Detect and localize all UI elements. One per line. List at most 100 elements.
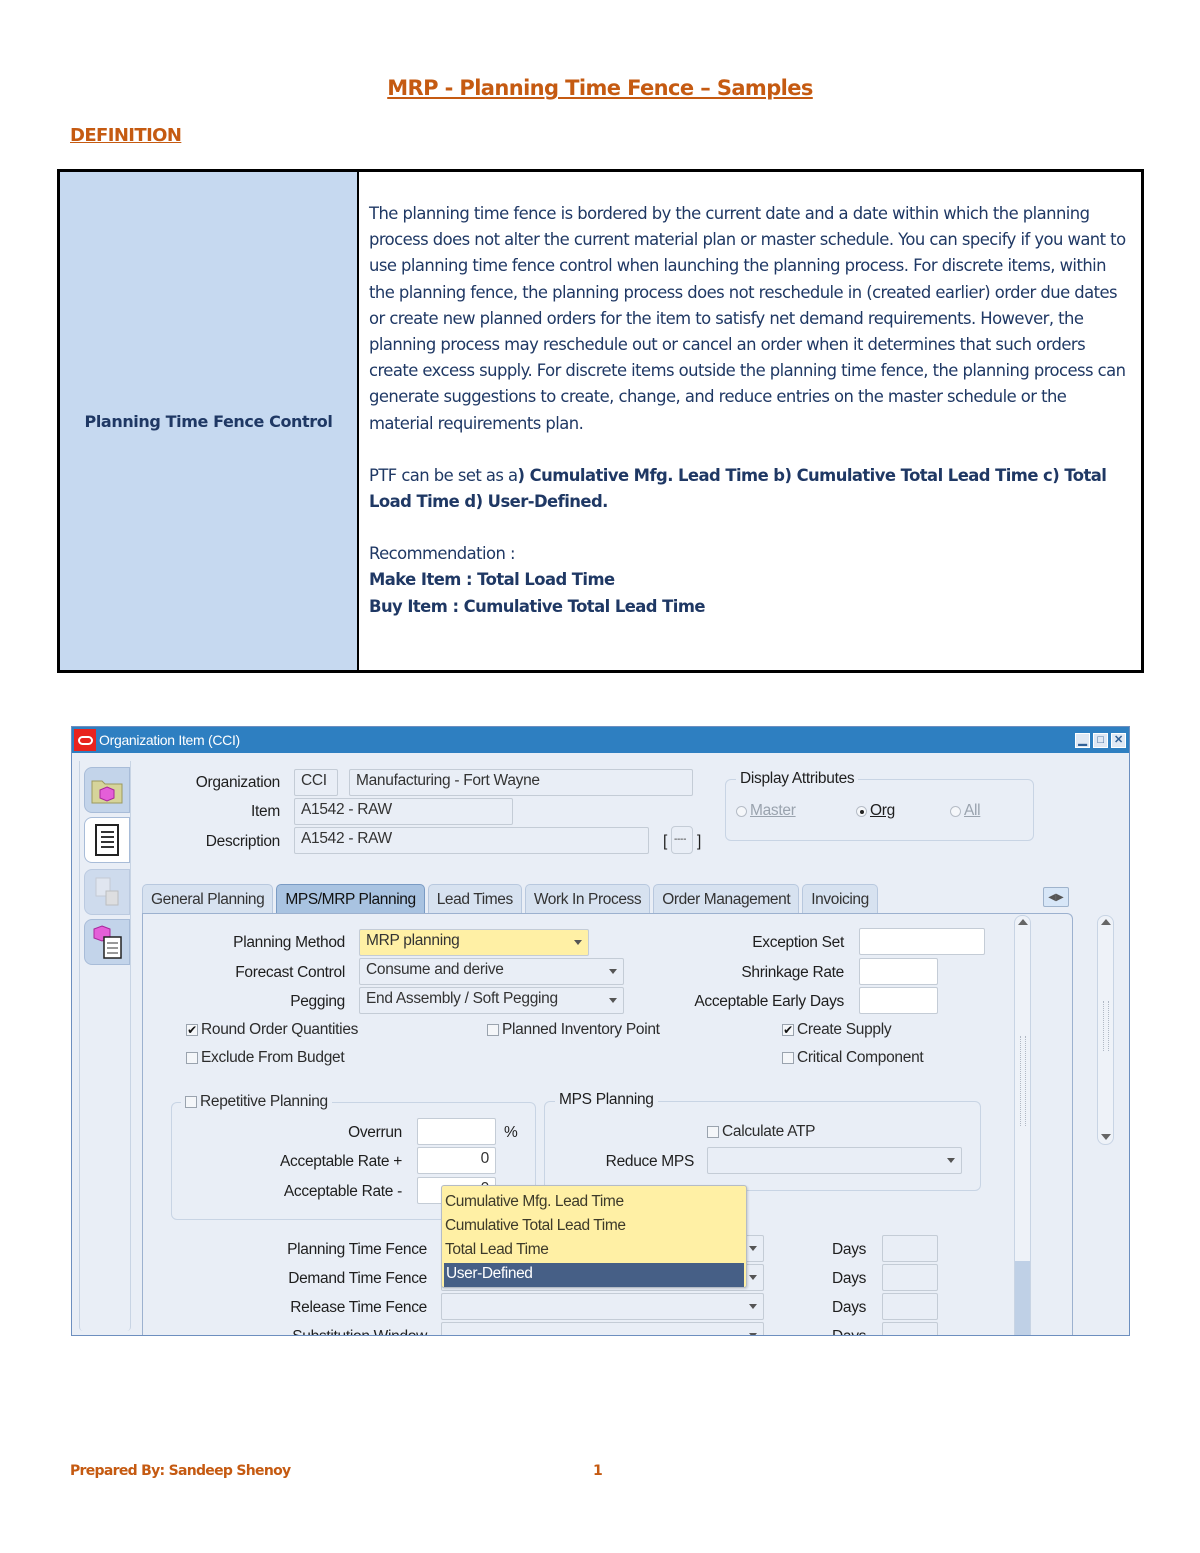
acceptable-rate-plus-label: Acceptable Rate + [280, 1153, 402, 1170]
recommendation: Recommendation : Make Item : Total Load … [369, 541, 1131, 620]
oracle-logo-icon [74, 729, 96, 751]
panel-scrollbar[interactable] [1014, 915, 1031, 1335]
checkbox-empty-icon [707, 1126, 719, 1138]
definition-term: Planning Time Fence Control [60, 172, 359, 670]
overrun-unit: % [504, 1124, 518, 1141]
close-icon: ✕ [1114, 733, 1123, 746]
dropdown-option-user-defined[interactable]: User-Defined [444, 1263, 744, 1287]
tab-work-in-process[interactable]: Work In Process [524, 884, 651, 914]
tab-scroll-button[interactable]: ◀▶ [1043, 887, 1069, 907]
checkbox-empty-icon [487, 1024, 499, 1036]
minimize-icon: ▁ [1078, 733, 1087, 746]
tab-invoicing[interactable]: Invoicing [802, 884, 878, 914]
radio-org[interactable]: Org [856, 802, 895, 820]
substitution-window-label: Substitution Window [292, 1328, 427, 1335]
chevron-down-icon [749, 1333, 757, 1335]
substitution-window-days-field[interactable] [882, 1322, 938, 1335]
scroll-up-icon [1018, 919, 1028, 925]
release-time-fence-select[interactable] [441, 1293, 764, 1320]
description-label: Description [205, 833, 281, 850]
critical-component-checkbox[interactable]: Critical Component [782, 1049, 924, 1067]
scroll-up-icon [1101, 919, 1111, 925]
sidebar-item-list[interactable] [84, 817, 130, 863]
planning-method-select[interactable]: MRP planning [359, 929, 589, 956]
planned-inventory-point-label: Planned Inventory Point [502, 1021, 660, 1038]
scroll-thumb[interactable] [1015, 1261, 1030, 1335]
close-button[interactable]: ✕ [1111, 732, 1126, 748]
sidebar-item-organization[interactable] [84, 869, 130, 915]
organization-code-field[interactable]: CCI [294, 769, 338, 796]
demand-time-fence-days-label: Days [832, 1270, 867, 1287]
scroll-grip [1020, 1036, 1026, 1126]
critical-component-label: Critical Component [797, 1049, 924, 1066]
pegging-label: Pegging [290, 993, 345, 1010]
footer-prepared-by: Prepared By: Sandeep Shenoy [70, 1463, 291, 1479]
chevron-down-icon [749, 1304, 757, 1309]
radio-master[interactable]: Master [736, 802, 796, 820]
acceptable-rate-plus-field[interactable]: 0 [417, 1147, 496, 1174]
create-supply-checkbox[interactable]: ✔ Create Supply [782, 1021, 892, 1039]
acceptable-early-days-field[interactable] [859, 987, 938, 1014]
checkbox-empty-icon [186, 1052, 198, 1064]
make-item-recommendation: Make Item : Total Load Time [369, 570, 615, 590]
forecast-control-select[interactable]: Consume and derive [359, 958, 624, 985]
exception-set-label: Exception Set [752, 934, 844, 951]
window-scrollbar[interactable] [1097, 915, 1114, 1145]
checkbox-empty-icon [185, 1096, 197, 1108]
overrun-field[interactable] [417, 1118, 496, 1145]
buy-item-recommendation: Buy Item : Cumulative Total Lead Time [369, 596, 705, 616]
radio-master-label: Master [750, 802, 796, 819]
checkbox-empty-icon [782, 1052, 794, 1064]
pegging-select[interactable]: End Assembly / Soft Pegging [359, 987, 624, 1014]
sidebar-toolbar [79, 761, 131, 1331]
sidebar-item-folder[interactable] [84, 767, 130, 813]
tab-mps-mrp-planning[interactable]: MPS/MRP Planning [276, 884, 425, 914]
substitution-window-days-label: Days [832, 1328, 866, 1335]
item-label: Item [251, 803, 280, 820]
substitution-window-select[interactable] [441, 1322, 764, 1335]
reduce-mps-label: Reduce MPS [605, 1153, 695, 1170]
reduce-mps-select[interactable] [707, 1147, 962, 1174]
forecast-control-value: Consume and derive [366, 961, 504, 978]
maximize-button[interactable]: □ [1093, 732, 1108, 748]
demand-time-fence-days-field[interactable] [882, 1264, 938, 1291]
tab-general-planning[interactable]: General Planning [142, 884, 274, 914]
repetitive-planning-checkbox[interactable]: Repetitive Planning [181, 1093, 332, 1111]
tab-order-management[interactable]: Order Management [653, 884, 800, 914]
round-order-quantities-checkbox[interactable]: ✔ Round Order Quantities [186, 1021, 358, 1039]
exclude-from-budget-checkbox[interactable]: Exclude From Budget [186, 1049, 345, 1067]
radio-org-label: Org [870, 802, 895, 819]
window-titlebar: Organization Item (CCI) ▁ □ ✕ [72, 727, 1129, 753]
shrinkage-rate-label: Shrinkage Rate [741, 964, 844, 981]
definition-body: The planning time fence is bordered by t… [359, 172, 1141, 670]
organization-name-field[interactable]: Manufacturing - Fort Wayne [349, 769, 693, 796]
planned-inventory-point-checkbox[interactable]: Planned Inventory Point [487, 1021, 660, 1039]
overrun-label: Overrun [348, 1124, 402, 1141]
calculate-atp-checkbox[interactable]: Calculate ATP [707, 1123, 815, 1141]
minimize-button[interactable]: ▁ [1075, 732, 1090, 748]
acceptable-early-days-label: Acceptable Early Days [694, 993, 844, 1010]
definition-table: Planning Time Fence Control The planning… [57, 169, 1144, 673]
dropdown-option-total-lead-time[interactable]: Total Lead Time [442, 1239, 746, 1263]
release-time-fence-days-label: Days [832, 1299, 867, 1316]
shrinkage-rate-field[interactable] [859, 958, 938, 985]
dropdown-option-cumulative-total-lead-time[interactable]: Cumulative Total Lead Time [442, 1215, 746, 1239]
dropdown-option-cumulative-mfg-lead-time[interactable]: Cumulative Mfg. Lead Time [442, 1191, 746, 1215]
exception-set-field[interactable] [859, 928, 985, 955]
item-field[interactable]: A1542 - RAW [294, 798, 513, 825]
chevron-down-icon [947, 1158, 955, 1163]
planning-time-fence-days-field[interactable] [882, 1235, 938, 1262]
description-field[interactable]: A1542 - RAW [294, 827, 649, 854]
tab-lead-times[interactable]: Lead Times [427, 884, 522, 914]
folder-item-icon [91, 780, 123, 804]
descriptive-flexfield-button[interactable]: ---- [671, 826, 693, 854]
sidebar-item-attributes[interactable] [84, 919, 130, 965]
release-time-fence-days-field[interactable] [882, 1293, 938, 1320]
radio-all[interactable]: All [950, 802, 981, 820]
list-icon [95, 824, 119, 856]
organization-item-window: Organization Item (CCI) ▁ □ ✕ Organizati… [71, 726, 1130, 1336]
organization-label: Organization [195, 774, 281, 791]
radio-all-label: All [964, 802, 981, 819]
demand-time-fence-label: Demand Time Fence [288, 1270, 427, 1287]
planning-time-fence-label: Planning Time Fence [287, 1241, 427, 1258]
